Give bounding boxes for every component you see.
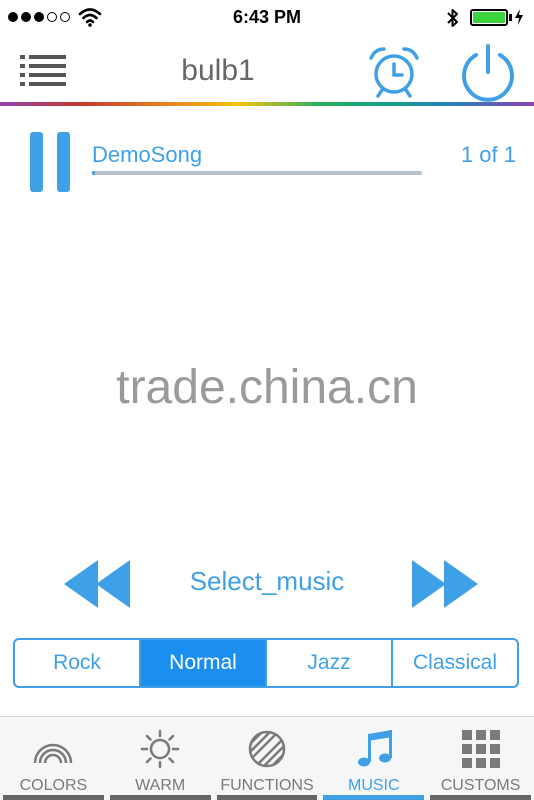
grid-icon: [461, 730, 500, 768]
genre-classical[interactable]: Classical: [393, 640, 517, 686]
tab-music[interactable]: MUSIC: [320, 717, 427, 800]
power-icon[interactable]: [458, 42, 518, 102]
bluetooth-icon: [447, 9, 458, 27]
tab-indicator: [216, 795, 318, 800]
alarm-clock-icon[interactable]: [366, 44, 422, 100]
song-name: DemoSong: [92, 142, 203, 167]
sun-icon: [140, 729, 180, 769]
genre-rock[interactable]: Rock: [15, 640, 141, 686]
music-note-icon: [357, 730, 392, 767]
genre-jazz[interactable]: Jazz: [267, 640, 393, 686]
tab-label: MUSIC: [348, 777, 400, 794]
charging-icon: [515, 9, 523, 25]
track-count: 1 of 1: [460, 142, 516, 167]
bottom-tab-bar: COLORS WARM FUNCTIONS MUSIC CUSTOMS: [0, 716, 534, 800]
pause-icon: [30, 132, 43, 192]
tab-label: FUNCTIONS: [220, 777, 314, 794]
tab-warm[interactable]: WARM: [107, 717, 214, 800]
tab-label: CUSTOMS: [440, 777, 521, 794]
tab-label: COLORS: [19, 777, 88, 794]
watermark: trade.china.cn: [116, 361, 418, 414]
app-header: bulb1: [0, 36, 534, 102]
song-progress-fill: [92, 171, 96, 175]
tab-indicator: [109, 795, 211, 800]
fast-forward-button[interactable]: [410, 560, 478, 608]
striped-circle-icon: [248, 730, 286, 768]
genre-selector: Rock Normal Jazz Classical: [13, 638, 519, 688]
tab-functions[interactable]: FUNCTIONS: [214, 717, 321, 800]
rainbow-divider: [0, 102, 534, 106]
tab-customs[interactable]: CUSTOMS: [427, 717, 534, 800]
status-bar: 6:43 PM: [0, 0, 534, 36]
battery-tip: [509, 14, 512, 21]
tab-indicator: [323, 795, 425, 800]
song-progress-bar[interactable]: [92, 171, 422, 175]
fast-forward-icon: [412, 560, 478, 608]
battery-icon: [470, 9, 508, 26]
pause-icon-bar: [57, 132, 70, 192]
tab-indicator: [3, 795, 104, 800]
genre-normal[interactable]: Normal: [141, 640, 267, 686]
pause-button[interactable]: [28, 132, 72, 192]
rainbow-icon: [34, 743, 73, 764]
tab-label: WARM: [135, 777, 186, 794]
tab-colors[interactable]: COLORS: [0, 717, 107, 800]
tab-indicator: [430, 795, 531, 800]
